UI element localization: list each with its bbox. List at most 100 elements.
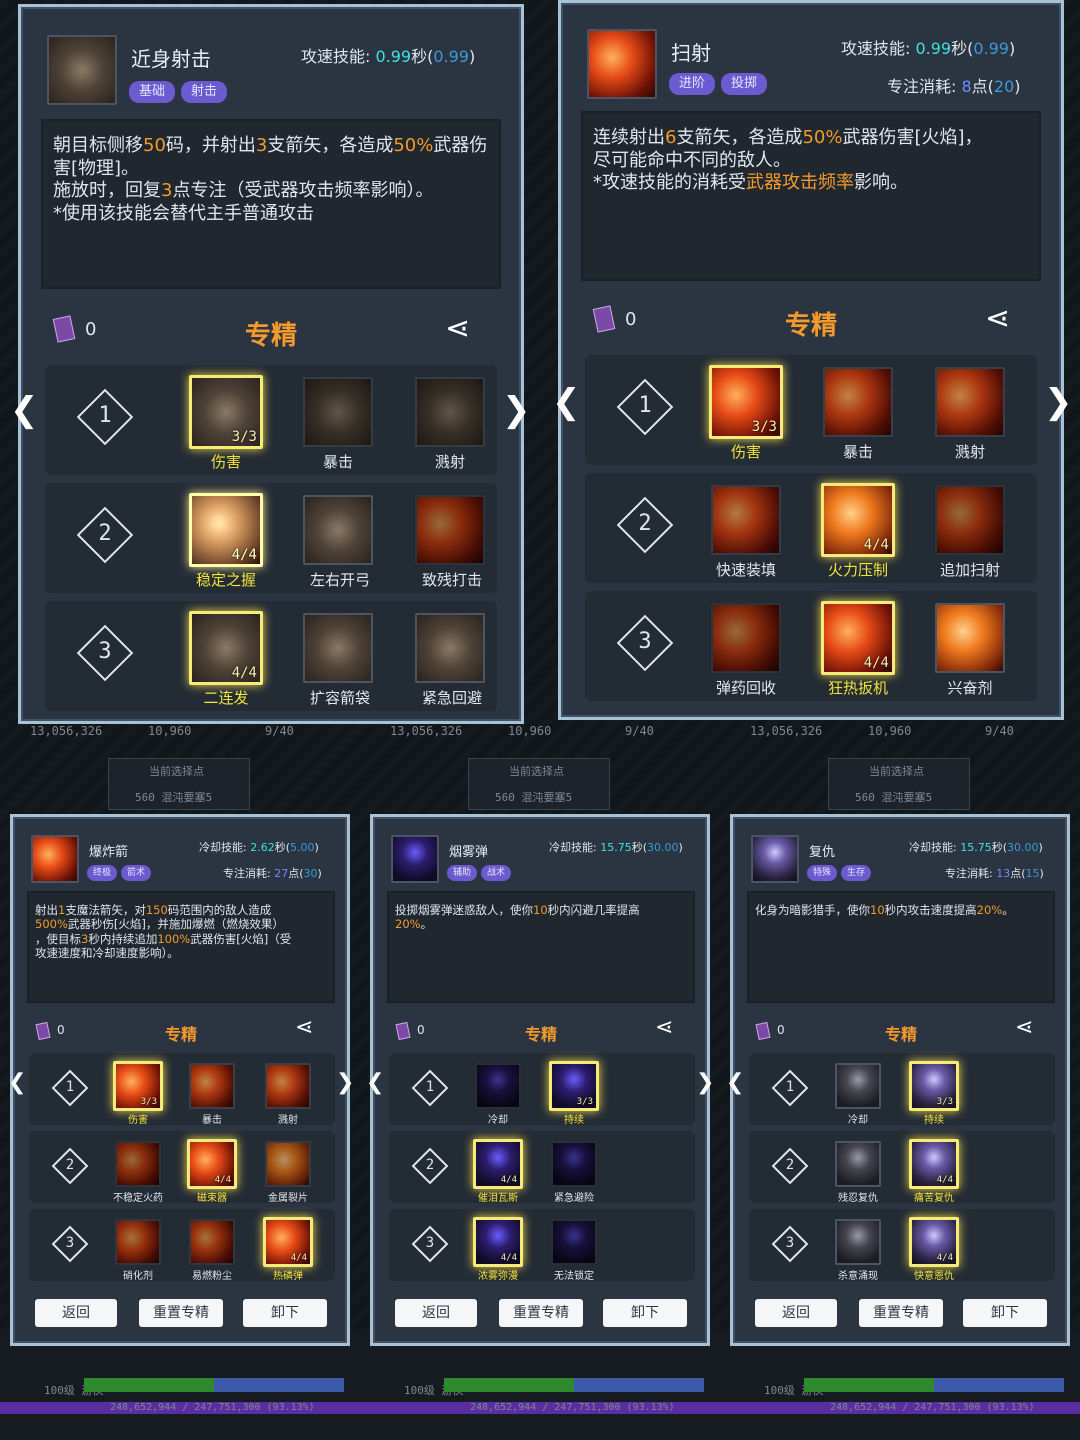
skill-panel-smoke-bomb: 烟雾弹 冷却技能: 15.75秒(30.00) 辅助 战术 投掷烟雾弹迷惑敌人，…: [370, 814, 710, 1346]
share-icon[interactable]: ⋖: [295, 1015, 313, 1040]
prev-arrow[interactable]: ❮: [8, 1070, 26, 1095]
tier-number: 2: [425, 1157, 435, 1173]
tag-advanced: 进阶: [669, 73, 715, 95]
spec-option-double-shot[interactable]: 4/4: [189, 611, 263, 685]
spec-option-label: 催泪瓦斯: [478, 1193, 518, 1204]
spec-option-label: 痛苦复仇: [914, 1193, 954, 1204]
spec-option-swift-revenge[interactable]: 4/4: [909, 1217, 959, 1267]
spec-option-splash[interactable]: [415, 377, 485, 447]
bg-subpanel-2: 当前选择点 560 混沌要塞5: [468, 758, 610, 810]
bottom-hud-1: 100级 游侠 248,652,944 / 247,751,300 (93.13…: [0, 1330, 360, 1440]
book-icon: [755, 1021, 771, 1041]
spec-option-painful-vengeance[interactable]: 4/4: [909, 1139, 959, 1189]
back-button[interactable]: 返回: [395, 1299, 477, 1327]
reset-spec-button[interactable]: 重置专精: [499, 1299, 583, 1327]
spec-option-magnetic-beam[interactable]: 4/4: [187, 1139, 237, 1189]
prev-arrow[interactable]: ❮: [10, 390, 39, 430]
bottom-hud-3: 100级 游侠 248,652,944 / 247,751,300 (93.13…: [720, 1330, 1080, 1440]
spec-option-tear-gas[interactable]: 4/4: [473, 1139, 523, 1189]
spec-option-label: 二连发: [203, 689, 249, 707]
focus-cost-info: 专注消耗: 27点(30): [223, 867, 322, 880]
share-icon[interactable]: ⋖: [655, 1015, 673, 1040]
spec-option-dense-fog[interactable]: 4/4: [473, 1217, 523, 1267]
prev-arrow[interactable]: ❮: [366, 1070, 384, 1095]
spec-option-label: 持续: [924, 1115, 944, 1126]
spec-option-crippling-strike[interactable]: [415, 495, 485, 565]
spec-option-crit[interactable]: [823, 367, 893, 437]
share-icon[interactable]: ⋖: [1015, 1015, 1033, 1040]
spec-option-metal-shards[interactable]: [265, 1141, 311, 1187]
book-icon: [35, 1021, 51, 1041]
prev-arrow[interactable]: ❮: [552, 382, 581, 422]
spec-option-label: 易燃粉尘: [192, 1271, 232, 1282]
spec-option-flammable-dust[interactable]: [189, 1219, 235, 1265]
spec-option-suppression[interactable]: 4/4: [821, 483, 895, 557]
spec-option-cooldown[interactable]: [835, 1063, 881, 1109]
bg-sub-button[interactable]: 560 混沌要塞5: [135, 789, 212, 805]
spec-option-unstable-powder[interactable]: [115, 1141, 161, 1187]
spec-option-duration[interactable]: 3/3: [549, 1061, 599, 1111]
reset-spec-button[interactable]: 重置专精: [859, 1299, 943, 1327]
tag-archery: 箭术: [121, 865, 151, 881]
spec-option-damage[interactable]: 3/3: [709, 365, 783, 439]
spec-option-quiver[interactable]: [303, 613, 373, 683]
unequip-button[interactable]: 卸下: [603, 1299, 687, 1327]
back-button[interactable]: 返回: [35, 1299, 117, 1327]
spec-row-1: 1 3/3 伤害 暴击 溅射: [29, 1053, 335, 1126]
back-button[interactable]: 返回: [755, 1299, 837, 1327]
share-icon[interactable]: ⋖: [985, 301, 1010, 336]
spec-option-duration[interactable]: 3/3: [909, 1061, 959, 1111]
book-count: 0: [777, 1023, 785, 1037]
next-arrow[interactable]: ❯: [502, 390, 531, 430]
prev-arrow[interactable]: ❮: [726, 1070, 744, 1095]
reset-spec-button[interactable]: 重置专精: [139, 1299, 223, 1327]
spec-option-ammo-recovery[interactable]: [711, 603, 781, 673]
spec-option-crit[interactable]: [303, 377, 373, 447]
bg-sub-button[interactable]: 560 混沌要塞5: [495, 789, 572, 805]
next-arrow[interactable]: ❯: [336, 1070, 354, 1095]
spec-option-nitrating-agent[interactable]: [115, 1219, 161, 1265]
next-arrow[interactable]: ❯: [696, 1070, 714, 1095]
skill-icon-hooded-figure: [751, 835, 799, 883]
spec-option-killing-intent[interactable]: [835, 1219, 881, 1265]
spec-option-cooldown[interactable]: [475, 1063, 521, 1109]
spec-option-label: 伤害: [128, 1115, 148, 1126]
spec-option-splash[interactable]: [935, 367, 1005, 437]
tier-number: 2: [638, 511, 652, 536]
spec-row-2: 2 不稳定火药 4/4 磁束器 金属裂片: [29, 1131, 335, 1204]
spec-option-steady-grip[interactable]: 4/4: [189, 493, 263, 567]
skill-icon-crossbow: [47, 35, 117, 105]
spec-option-crit[interactable]: [189, 1063, 235, 1109]
spec-option-splash[interactable]: [265, 1063, 311, 1109]
spec-row-3: 3 硝化剂 易燃粉尘 4/4 热磷弹: [29, 1209, 335, 1282]
spec-option-evade[interactable]: [415, 613, 485, 683]
bg-subpanel-3: 当前选择点 560 混沌要塞5: [828, 758, 970, 810]
book-count: 0: [57, 1023, 65, 1037]
book-icon: [395, 1021, 411, 1041]
spec-option-cruel-vengeance[interactable]: [835, 1141, 881, 1187]
spec-option-stimulant[interactable]: [935, 603, 1005, 673]
spec-option-damage[interactable]: 3/3: [113, 1061, 163, 1111]
spec-title: 专精: [524, 1025, 557, 1044]
bg-sub-button[interactable]: 560 混沌要塞5: [855, 789, 932, 805]
spec-option-emergency-evade[interactable]: [551, 1141, 597, 1187]
spec-option-dual-draw[interactable]: [303, 495, 373, 565]
spec-option-damage[interactable]: 3/3: [189, 375, 263, 449]
next-arrow[interactable]: ❯: [1044, 382, 1073, 422]
spec-row-1: 1 冷却 3/3 持续: [749, 1053, 1055, 1126]
spec-option-quick-reload[interactable]: [711, 485, 781, 555]
spec-option-fanatic-trigger[interactable]: 4/4: [821, 601, 895, 675]
share-icon[interactable]: ⋖: [445, 311, 470, 346]
attack-speed-info: 攻速技能: 0.99秒(0.99): [841, 39, 1016, 58]
unequip-button[interactable]: 卸下: [963, 1299, 1047, 1327]
spec-option-thermal-phosphor[interactable]: 4/4: [263, 1217, 313, 1267]
spec-row-2: 2 4/4 催泪瓦斯 紧急避险: [389, 1131, 695, 1204]
spec-option-extra-strafe[interactable]: [935, 485, 1005, 555]
spec-option-unlockable[interactable]: [551, 1219, 597, 1265]
spec-option-label: 浓雾弥漫: [478, 1271, 518, 1282]
spec-row-3: 3 杀意涌现 4/4 快意恩仇: [749, 1209, 1055, 1282]
exp-readout: 248,652,944 / 247,751,300 (93.13%): [110, 1402, 315, 1413]
spec-option-label: 稳定之握: [195, 571, 256, 589]
book-count: 0: [417, 1023, 425, 1037]
unequip-button[interactable]: 卸下: [243, 1299, 327, 1327]
